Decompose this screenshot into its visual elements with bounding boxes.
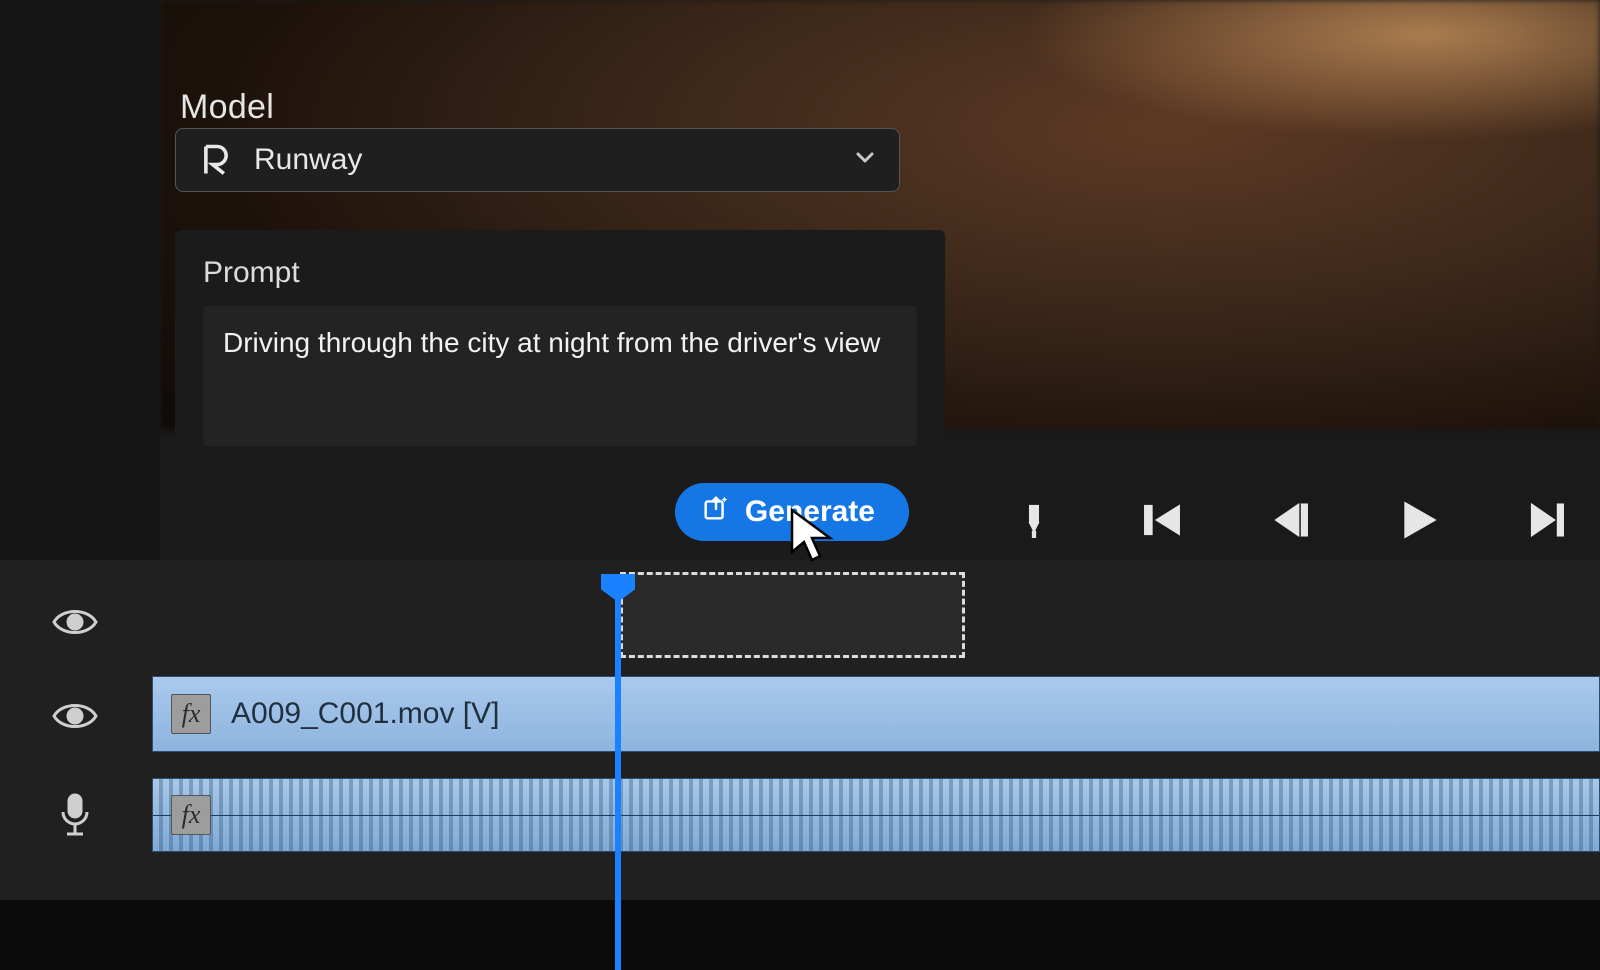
audio-clip[interactable]: fx	[152, 778, 1600, 852]
model-dropdown[interactable]: Runway	[175, 128, 900, 192]
play-button[interactable]	[1394, 496, 1442, 544]
chevron-down-icon	[853, 145, 877, 176]
fx-badge-icon: fx	[171, 795, 211, 835]
app-stage: Model Runway Prompt Generate	[0, 0, 1600, 900]
marker-button[interactable]	[1010, 496, 1058, 544]
go-to-in-button[interactable]	[1138, 496, 1186, 544]
model-selected-name: Runway	[254, 143, 833, 177]
audio-centerline	[153, 815, 1599, 816]
sparkle-export-icon	[701, 493, 731, 531]
playhead[interactable]	[615, 578, 621, 970]
prompt-input[interactable]	[203, 306, 917, 446]
fx-badge-icon: fx	[171, 694, 211, 734]
model-label: Model	[180, 88, 274, 127]
step-forward-button[interactable]	[1522, 496, 1570, 544]
video-clip[interactable]: fx A009_C001.mov [V]	[152, 676, 1600, 752]
step-back-button[interactable]	[1266, 496, 1314, 544]
track-a1-mic[interactable]	[0, 778, 150, 852]
runway-logo-icon	[198, 142, 234, 178]
empty-clip-placeholder[interactable]	[620, 572, 965, 658]
transport-controls	[1010, 490, 1580, 550]
track-v1-visibility[interactable]	[0, 686, 150, 746]
video-clip-label: A009_C001.mov [V]	[231, 697, 500, 731]
track-v2-visibility[interactable]	[0, 592, 150, 652]
timeline[interactable]: fx A009_C001.mov [V] fx	[0, 560, 1600, 900]
cursor-icon	[790, 508, 836, 564]
prompt-label: Prompt	[203, 256, 917, 290]
